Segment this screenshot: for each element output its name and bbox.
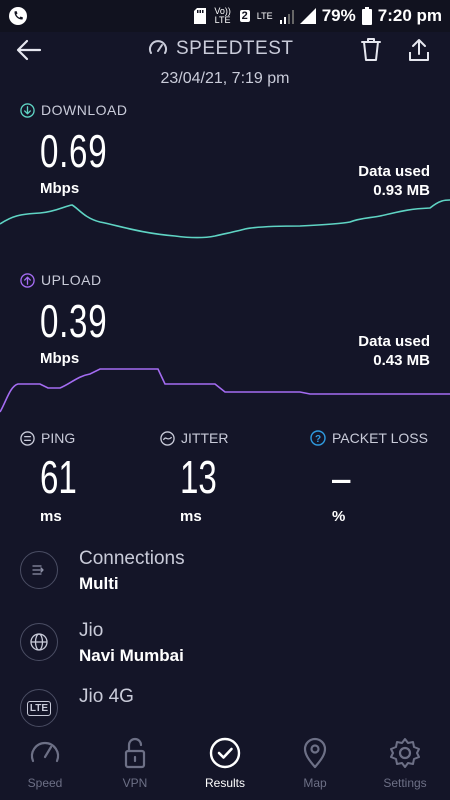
upload-speed-value: 0.39 (40, 295, 108, 347)
speedometer-icon (30, 741, 60, 763)
battery-icon (361, 7, 372, 25)
page-title: SPEEDTEST (176, 38, 294, 59)
nav-settings[interactable]: Settings (360, 736, 450, 790)
status-bar: Vo)) LTE 2 LTE 79% 7:20 pm (0, 0, 450, 32)
connections-value: Multi (79, 574, 119, 593)
svg-text:?: ? (315, 434, 321, 445)
nav-map[interactable]: Map (270, 736, 360, 790)
share-icon[interactable] (406, 36, 432, 64)
download-label-text: DOWNLOAD (41, 102, 128, 118)
help-circle-icon[interactable]: ? (310, 430, 326, 446)
check-circle-icon (209, 737, 241, 769)
ping-icon (20, 430, 35, 446)
gear-icon (390, 738, 420, 768)
packet-loss-label-text: PACKET LOSS (332, 430, 428, 446)
download-unit: Mbps (40, 180, 80, 197)
server-location: Navi Mumbai (79, 646, 184, 665)
nav-speed-label: Speed (27, 776, 63, 790)
nav-results-label: Results (204, 776, 245, 790)
upload-label: UPLOAD (20, 272, 102, 288)
packet-loss-value: – (332, 451, 351, 503)
download-data-used: Data used 0.93 MB (358, 162, 430, 200)
jitter-unit: ms (180, 508, 202, 525)
battery-percent: 79% (321, 6, 356, 25)
sim-slot-badge: 2 (239, 10, 250, 22)
network-type: LTE (256, 10, 273, 21)
upload-arrow-icon (20, 272, 35, 288)
download-label: DOWNLOAD (20, 102, 127, 118)
ping-label-text: PING (41, 430, 76, 446)
connections-icon (20, 551, 58, 589)
nav-speed[interactable]: Speed (0, 736, 90, 790)
nav-vpn[interactable]: VPN (90, 736, 180, 790)
lock-open-icon (124, 737, 146, 769)
connections-title: Connections (79, 548, 185, 569)
gauge-icon (149, 40, 167, 54)
provider-name: Jio 4G (79, 686, 134, 707)
download-data-used-label: Data used (358, 163, 430, 180)
lte-icon: LTE (20, 689, 58, 727)
upload-data-used-label: Data used (358, 333, 430, 350)
jitter-value: 13 (180, 451, 217, 503)
packet-loss-label: ? PACKET LOSS (310, 430, 428, 446)
jitter-label-text: JITTER (181, 430, 229, 446)
test-datetime: 23/04/21, 7:19 pm (160, 70, 290, 87)
signal-weak-icon (279, 10, 294, 24)
download-arrow-icon (20, 102, 35, 118)
jitter-label: JITTER (160, 430, 228, 446)
app-header: SPEEDTEST (0, 32, 450, 68)
connections-row: Connections Multi (20, 546, 440, 598)
signal-strong-icon (299, 8, 316, 24)
ping-label: PING (20, 430, 75, 446)
nav-vpn-label: VPN (122, 776, 148, 790)
phone-call-icon (9, 7, 27, 25)
clock: 7:20 pm (377, 6, 442, 25)
ping-value: 61 (40, 451, 77, 503)
back-arrow-icon[interactable] (14, 36, 44, 64)
volte-indicator: Vo)) LTE (214, 6, 231, 25)
map-pin-icon (303, 737, 327, 769)
bottom-navigation: Speed VPN Results Map Settings (0, 728, 450, 800)
nav-settings-label: Settings (383, 776, 427, 790)
nav-map-label: Map (303, 776, 327, 790)
jitter-icon (160, 430, 175, 446)
trash-icon[interactable] (358, 36, 384, 64)
header-title: SPEEDTEST (148, 38, 293, 60)
lte-icon-text: LTE (26, 700, 52, 716)
sd-card-icon (193, 8, 206, 24)
upload-speed-graph (0, 368, 450, 413)
server-provider: Jio (79, 620, 104, 641)
ping-unit: ms (40, 508, 62, 525)
download-speed-value: 0.69 (40, 125, 108, 177)
download-speed-graph (0, 199, 450, 239)
nav-results[interactable]: Results (180, 736, 270, 790)
server-row: Jio Navi Mumbai (20, 618, 440, 670)
globe-icon (20, 623, 58, 661)
packet-loss-unit: % (332, 508, 346, 525)
upload-label-text: UPLOAD (41, 272, 102, 288)
